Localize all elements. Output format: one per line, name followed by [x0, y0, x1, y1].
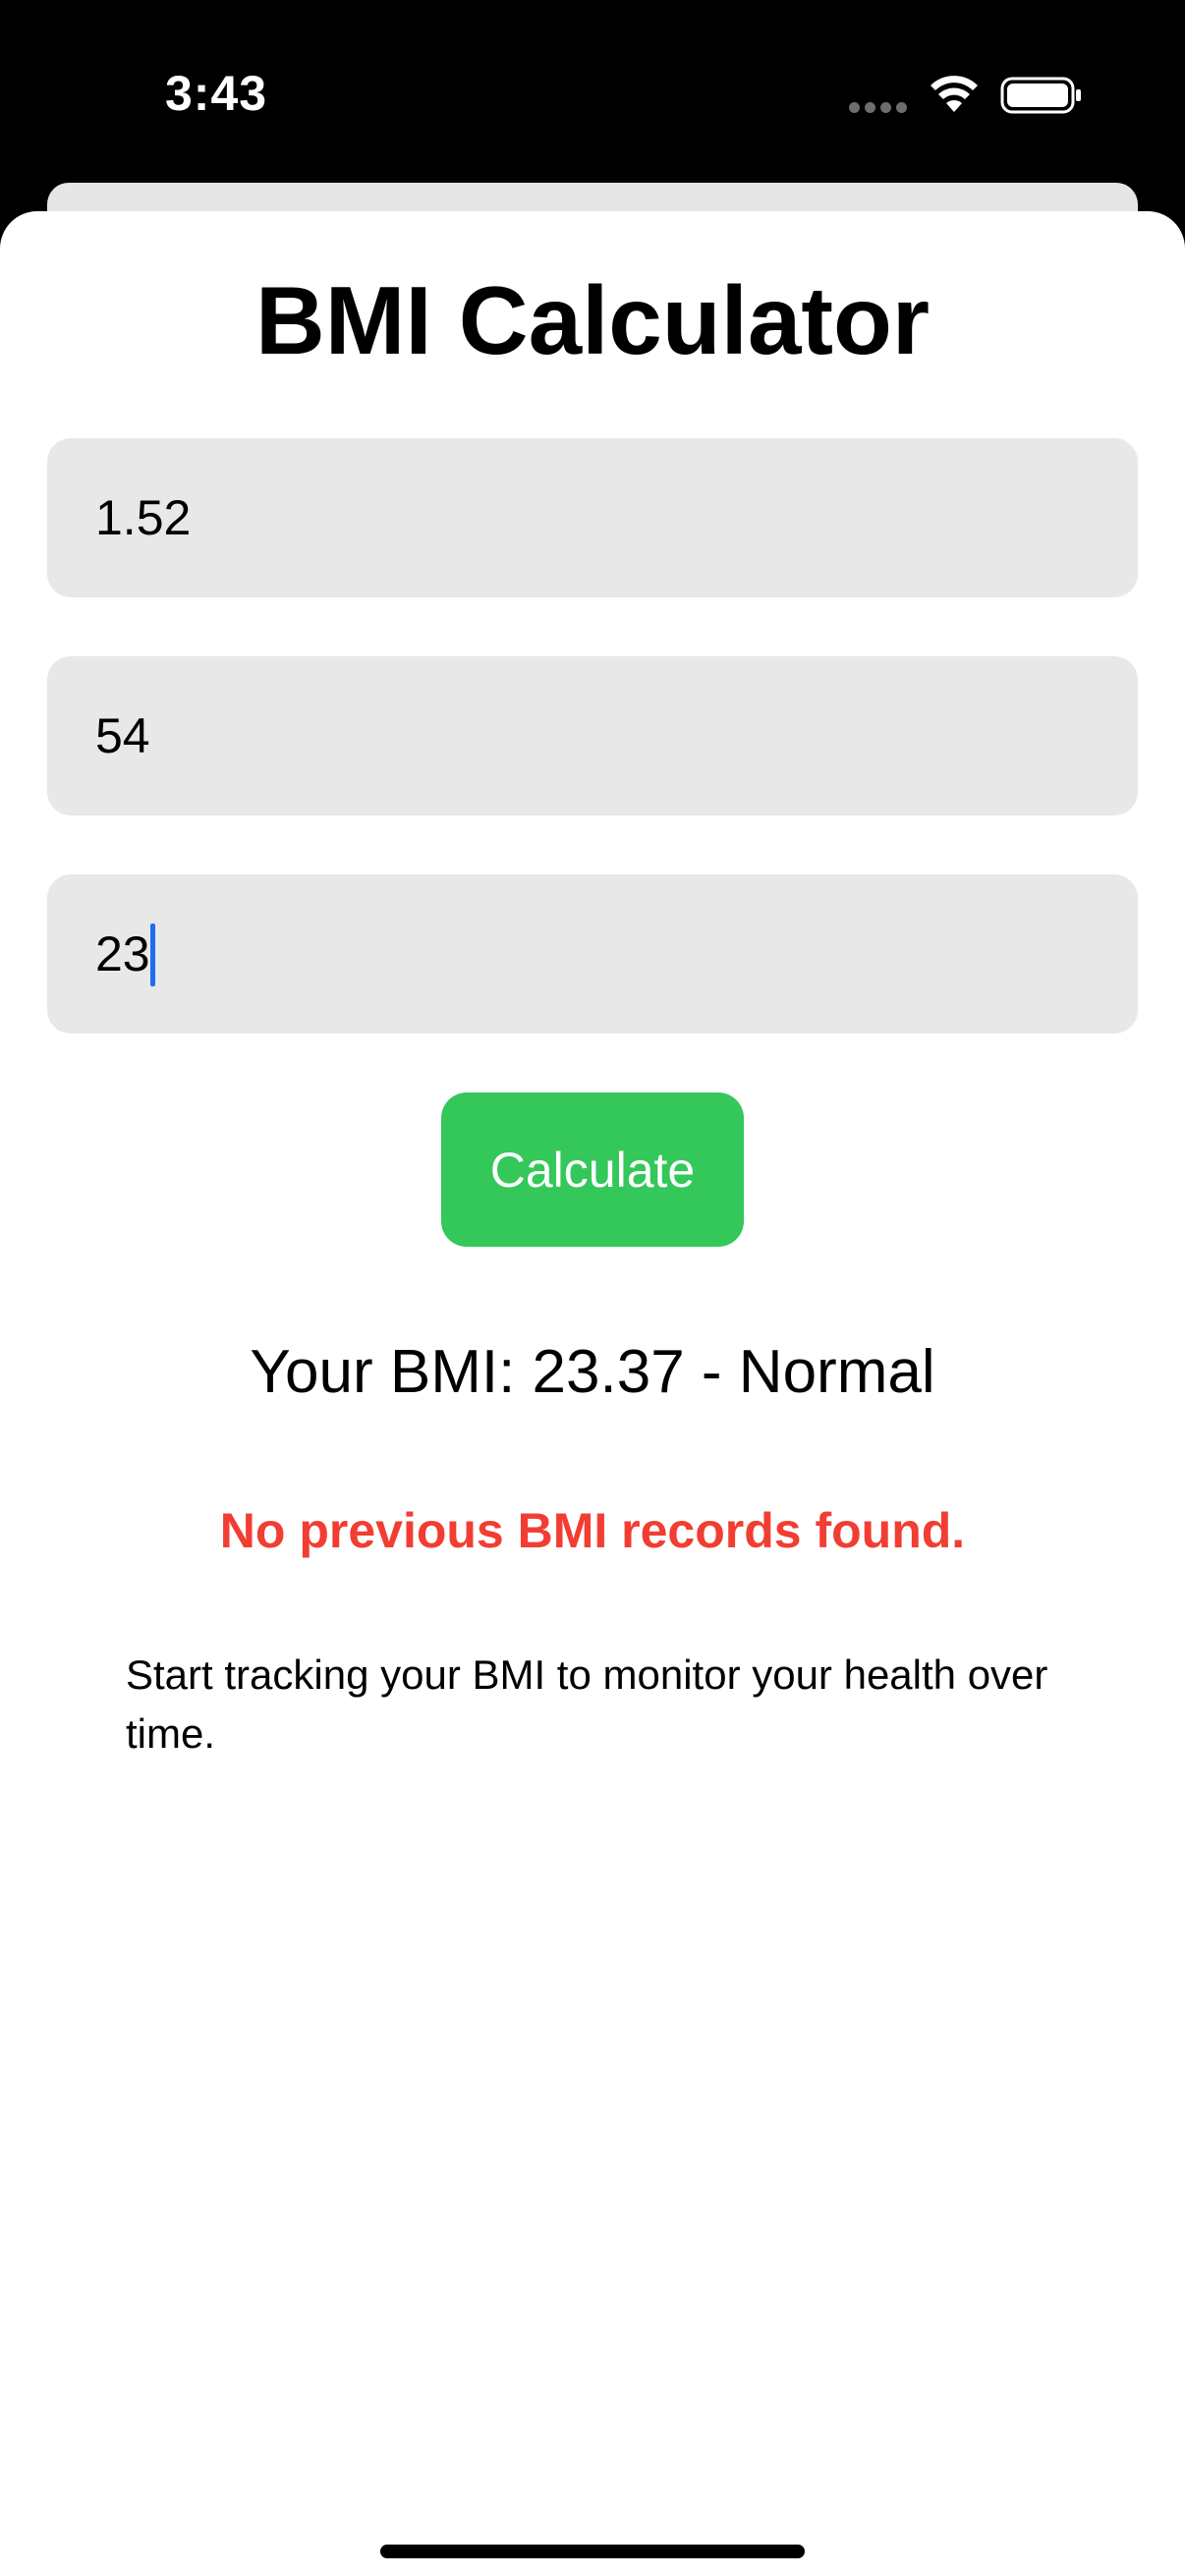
height-input[interactable]	[95, 438, 1138, 597]
home-indicator[interactable]	[380, 2545, 805, 2558]
calculate-button[interactable]: Calculate	[441, 1092, 744, 1247]
bmi-result-text: Your BMI: 23.37 - Normal	[250, 1338, 935, 1406]
page-title: BMI Calculator	[254, 266, 931, 374]
text-cursor	[150, 924, 155, 986]
wifi-icon	[931, 76, 978, 112]
tracking-hint-text: Start tracking your BMI to monitor your …	[126, 1652, 1048, 1757]
weight-input[interactable]	[95, 656, 1138, 815]
status-time: 3:43	[165, 66, 268, 121]
weight-field[interactable]	[47, 656, 1138, 815]
age-input[interactable]	[95, 874, 1138, 1034]
height-field[interactable]	[47, 438, 1138, 597]
battery-icon	[1000, 77, 1081, 114]
status-bar: 3:43	[0, 0, 1185, 187]
age-field[interactable]	[47, 874, 1138, 1034]
bmi-calculator-sheet: BMI Calculator Calculate Your BMI: 23.37…	[0, 211, 1185, 2576]
cellular-signal-icon	[849, 102, 908, 116]
no-records-message: No previous BMI records found.	[219, 1503, 966, 1558]
